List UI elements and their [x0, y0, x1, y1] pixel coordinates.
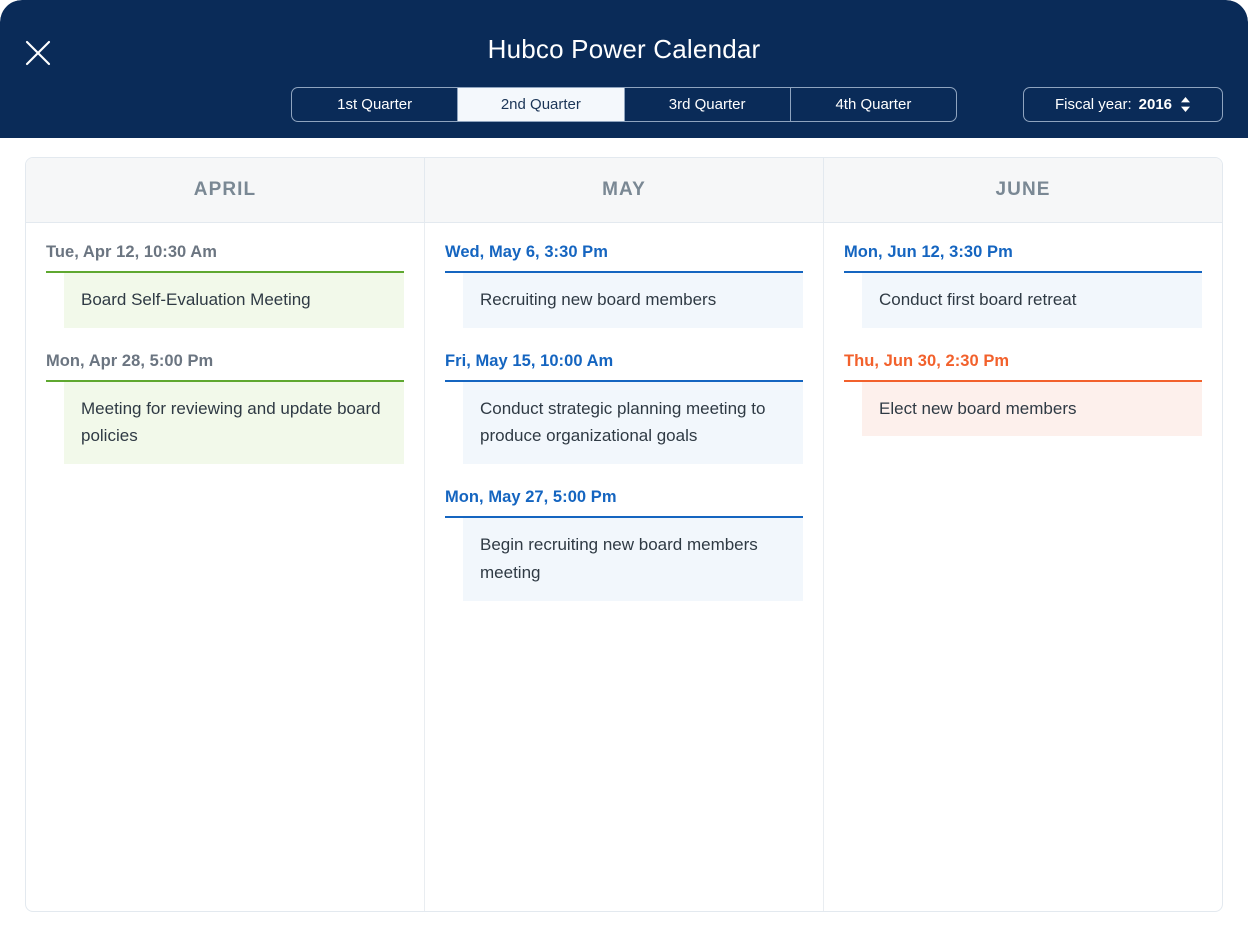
- month-column-april: Tue, Apr 12, 10:30 Am Board Self-Evaluat…: [26, 223, 425, 911]
- month-column-june: Mon, Jun 12, 3:30 Pm Conduct first board…: [824, 223, 1222, 911]
- month-header-may: MAY: [425, 158, 824, 222]
- event-date: Mon, Jun 12, 3:30 Pm: [844, 243, 1013, 261]
- month-header-row: APRIL MAY JUNE: [26, 158, 1222, 223]
- tab-quarter-1[interactable]: 1st Quarter: [292, 88, 459, 121]
- fiscal-year-value: 2016: [1138, 96, 1173, 113]
- event-date: Mon, May 27, 5:00 Pm: [445, 488, 617, 507]
- tab-quarter-3[interactable]: 3rd Quarter: [625, 88, 791, 121]
- event-item[interactable]: Mon, May 27, 5:00 Pm Begin recruiting ne…: [445, 488, 803, 601]
- month-columns: Tue, Apr 12, 10:30 Am Board Self-Evaluat…: [26, 223, 1222, 911]
- event-title: Begin recruiting new board members meeti…: [463, 518, 803, 601]
- event-title: Recruiting new board members: [463, 273, 803, 328]
- month-column-may: Wed, May 6, 3:30 Pm Recruiting new board…: [425, 223, 824, 911]
- tab-quarter-4[interactable]: 4th Quarter: [791, 88, 956, 121]
- event-title: Meeting for reviewing and update board p…: [64, 381, 404, 465]
- page-title: Hubco Power Calendar: [487, 34, 761, 64]
- event-item[interactable]: Thu, Jun 30, 2:30 Pm Elect new board mem…: [844, 352, 1202, 437]
- calendar-window: Hubco Power Calendar 1st Quarter 2nd Qua…: [0, 0, 1248, 937]
- event-item[interactable]: Mon, Jun 12, 3:30 Pm Conduct first board…: [844, 243, 1202, 328]
- fiscal-year-label: Fiscal year:: [1054, 96, 1132, 113]
- event-title: Conduct strategic planning meeting to pr…: [463, 381, 803, 465]
- app-header: Hubco Power Calendar 1st Quarter 2nd Qua…: [0, 0, 1248, 138]
- event-item[interactable]: Mon, Apr 28, 5:00 Pm Meeting for reviewi…: [46, 351, 404, 465]
- event-item[interactable]: Wed, May 6, 3:30 Pm Recruiting new board…: [445, 243, 803, 328]
- tab-quarter-2[interactable]: 2nd Quarter: [458, 88, 625, 121]
- event-date: Thu, Jun 30, 2:30 Pm: [844, 351, 1010, 370]
- event-date: Wed, May 6, 3:30 Pm: [445, 243, 608, 261]
- fiscal-year-selector[interactable]: Fiscal year: 2016: [1023, 87, 1223, 122]
- event-title: Board Self-Evaluation Meeting: [64, 273, 404, 328]
- event-item[interactable]: Fri, May 15, 10:00 Am Conduct strategic …: [445, 351, 803, 465]
- event-item[interactable]: Tue, Apr 12, 10:30 Am Board Self-Evaluat…: [46, 243, 404, 328]
- event-date: Mon, Apr 28, 5:00 Pm: [46, 351, 214, 370]
- month-header-june: JUNE: [995, 179, 1051, 200]
- calendar-card: APRIL MAY JUNE Tue, Apr 12, 10:30 Am Boa…: [25, 157, 1223, 912]
- month-header-april: APRIL: [26, 158, 425, 222]
- event-title: Elect new board members: [862, 381, 1202, 437]
- event-date: Fri, May 15, 10:00 Am: [445, 351, 614, 370]
- event-title: Conduct first board retreat: [862, 273, 1202, 328]
- up-down-chevron-icon: [1181, 97, 1191, 112]
- quarter-segmented-control[interactable]: 1st Quarter 2nd Quarter 3rd Quarter 4th …: [291, 87, 957, 122]
- event-date: Tue, Apr 12, 10:30 Am: [46, 243, 217, 261]
